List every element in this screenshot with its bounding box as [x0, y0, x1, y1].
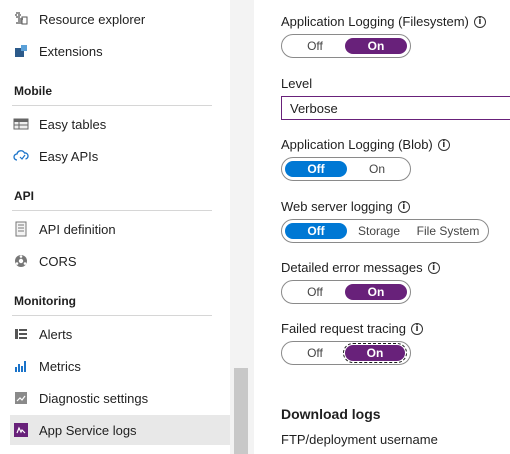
sidebar-item-label: Diagnostic settings [39, 390, 149, 406]
section-header-monitoring: Monitoring [14, 294, 76, 308]
field-label-text: Web server logging [281, 199, 393, 214]
section-header-api: API [14, 189, 35, 203]
option-file-system[interactable]: File System [411, 223, 485, 239]
field-label-text: Application Logging (Blob) [281, 137, 433, 152]
sidebar-item-resource-explorer[interactable]: Resource explorer [0, 4, 230, 34]
info-icon[interactable]: i [411, 322, 424, 335]
info-icon[interactable]: i [427, 261, 440, 274]
divider [12, 315, 212, 316]
detailed-errors-toggle[interactable]: Off On [281, 280, 411, 304]
diagnostic-icon [13, 390, 29, 406]
ftp-username-label: FTP/deployment username [281, 432, 438, 447]
cloud-icon [13, 148, 29, 164]
field-label-text: Application Logging (Filesystem) [281, 14, 469, 29]
sidebar-item-label: CORS [39, 253, 77, 269]
sidebar: Resource explorer Extensions Mobile Easy… [0, 0, 254, 454]
app-logging-blob-label: Application Logging (Blob) i [281, 137, 450, 152]
level-dropdown[interactable]: Verbose [281, 96, 510, 120]
sidebar-item-metrics[interactable]: Metrics [0, 351, 230, 381]
sidebar-item-label: Easy tables [39, 116, 107, 132]
metrics-icon [13, 358, 29, 374]
resource-explorer-icon [13, 11, 29, 27]
sidebar-item-cors[interactable]: CORS [0, 246, 230, 276]
sidebar-item-label: App Service logs [39, 422, 137, 438]
web-server-logging-label: Web server logging i [281, 199, 410, 214]
level-label: Level [281, 76, 313, 91]
field-label-text: Failed request tracing [281, 321, 407, 336]
app-logging-fs-toggle[interactable]: Off On [281, 34, 411, 58]
divider [12, 105, 212, 106]
info-icon[interactable]: i [397, 200, 410, 213]
toggle-off-option[interactable]: Off [285, 38, 345, 54]
option-off[interactable]: Off [285, 223, 347, 239]
info-icon[interactable]: i [437, 138, 450, 151]
scrollbar-thumb[interactable] [234, 368, 248, 454]
sidebar-item-label: Extensions [39, 43, 103, 59]
sidebar-item-label: Resource explorer [39, 11, 146, 27]
app-service-logs-icon [13, 422, 29, 438]
sidebar-item-label: API definition [39, 221, 116, 237]
sidebar-item-extensions[interactable]: Extensions [0, 36, 230, 66]
web-server-logging-toggle[interactable]: Off Storage File System [281, 219, 489, 243]
sidebar-scrollbar[interactable] [230, 0, 254, 454]
toggle-on-option[interactable]: On [343, 343, 407, 363]
toggle-off-option[interactable]: Off [285, 161, 347, 177]
toggle-off-option[interactable]: Off [285, 284, 345, 300]
divider [12, 210, 212, 211]
app-logging-fs-label: Application Logging (Filesystem) i [281, 14, 486, 29]
field-label-text: Detailed error messages [281, 260, 423, 275]
sidebar-item-easy-tables[interactable]: Easy tables [0, 109, 230, 139]
sidebar-item-label: Easy APIs [39, 148, 99, 164]
detailed-errors-label: Detailed error messages i [281, 260, 440, 275]
alert-icon [13, 326, 29, 342]
main-panel: Application Logging (Filesystem) i Off O… [254, 0, 510, 454]
option-storage[interactable]: Storage [347, 223, 411, 239]
toggle-on-option[interactable]: On [345, 284, 407, 300]
extensions-icon [13, 43, 29, 59]
failed-request-label: Failed request tracing i [281, 321, 424, 336]
sidebar-item-app-service-logs[interactable]: App Service logs [10, 415, 238, 445]
toggle-off-option[interactable]: Off [285, 345, 345, 361]
toggle-on-option[interactable]: On [345, 38, 407, 54]
sidebar-item-api-definition[interactable]: API definition [0, 214, 230, 244]
sidebar-item-label: Alerts [39, 326, 73, 342]
info-icon[interactable]: i [473, 15, 486, 28]
sidebar-item-diagnostic-settings[interactable]: Diagnostic settings [0, 383, 230, 413]
table-icon [13, 116, 29, 132]
sidebar-item-alerts[interactable]: Alerts [0, 319, 230, 349]
failed-request-toggle[interactable]: Off On [281, 341, 411, 365]
sidebar-item-easy-apis[interactable]: Easy APIs [0, 141, 230, 171]
download-logs-title: Download logs [281, 406, 381, 422]
app-logging-blob-toggle[interactable]: Off On [281, 157, 411, 181]
sidebar-item-label: Metrics [39, 358, 81, 374]
document-icon [13, 221, 29, 237]
cors-icon [13, 253, 29, 269]
section-header-mobile: Mobile [14, 84, 52, 98]
toggle-on-option[interactable]: On [347, 161, 407, 177]
